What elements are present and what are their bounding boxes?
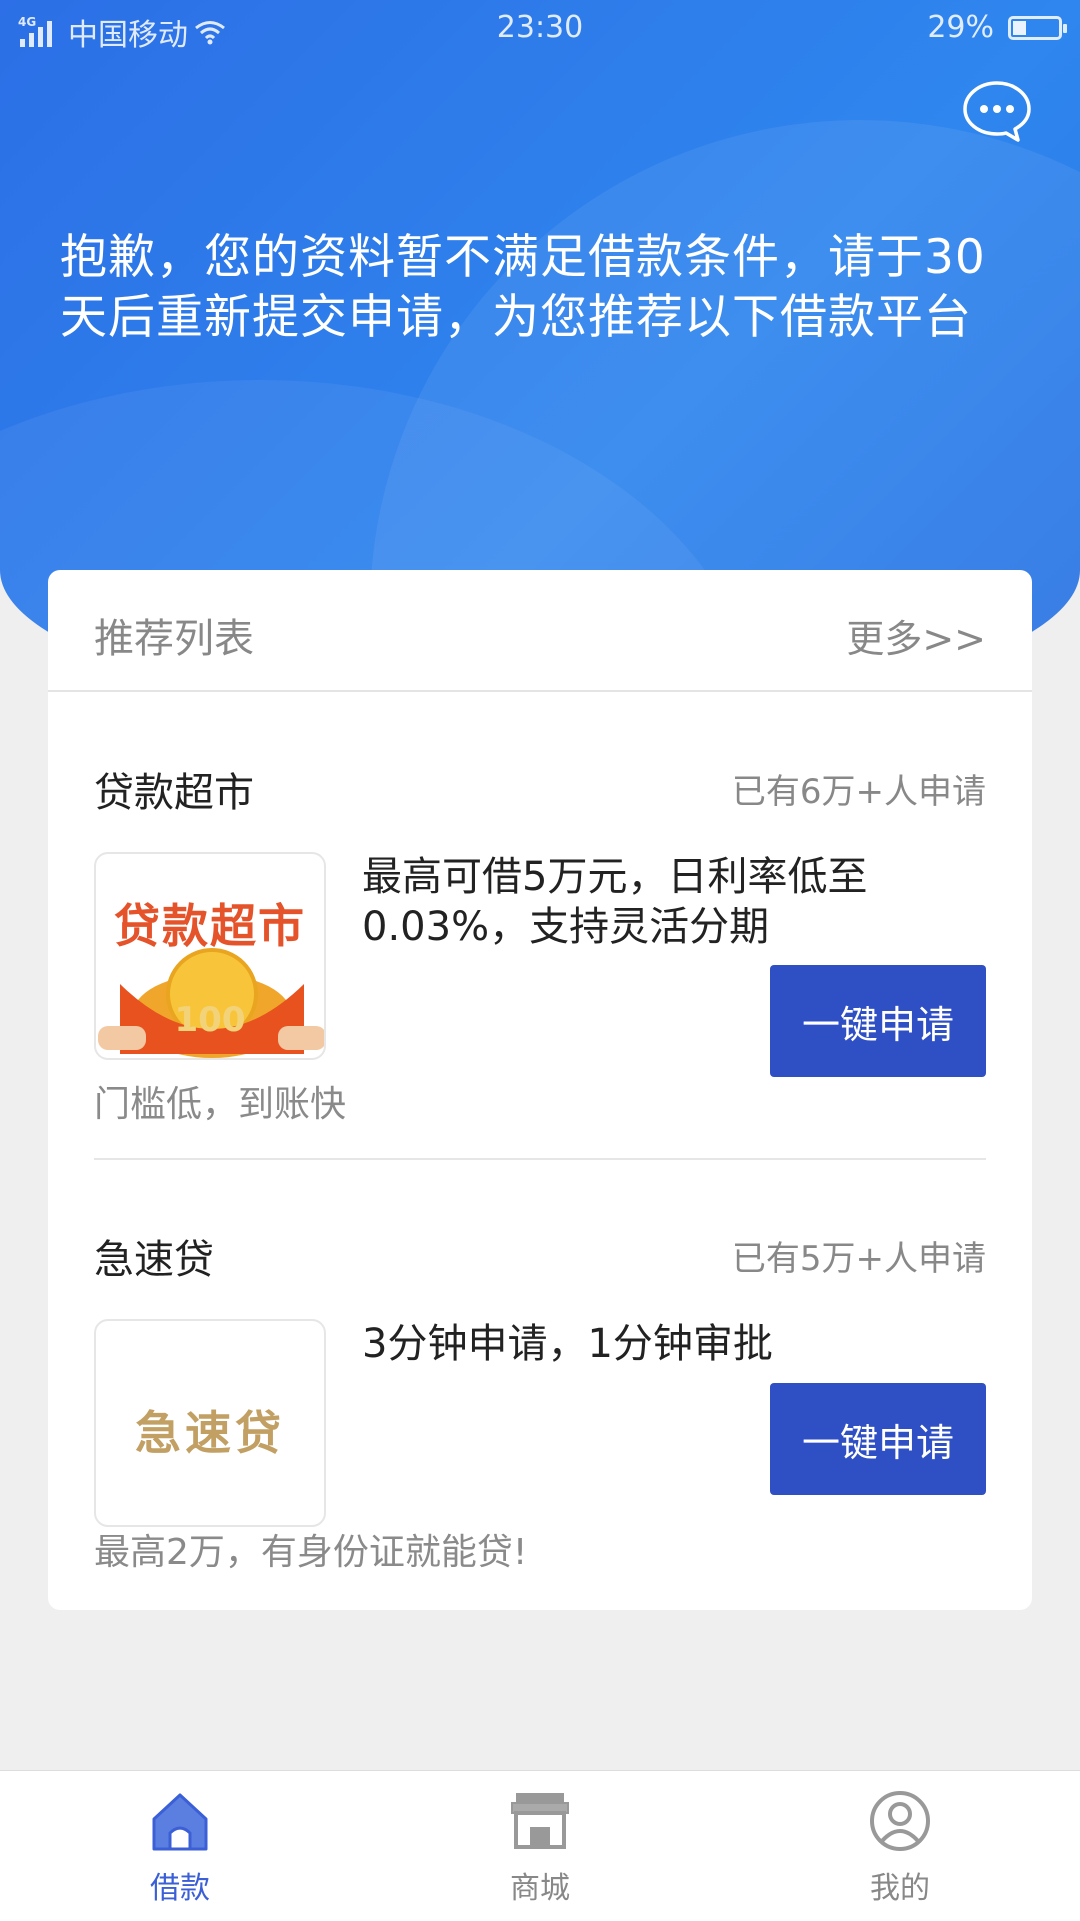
- loan-name: 贷款超市: [94, 770, 254, 816]
- chat-more-icon[interactable]: [962, 80, 1032, 142]
- tab-label: 我的: [870, 1871, 930, 1906]
- tab-mine[interactable]: 我的: [820, 1789, 980, 1907]
- battery-level: [1013, 20, 1026, 35]
- clock: 23:30: [496, 10, 584, 45]
- loan-tagline: 门槛低，到账快: [94, 1084, 347, 1125]
- loan-supermarket-logo: 贷款超市 100: [94, 852, 326, 1060]
- apply-count: 已有6万+人申请: [731, 772, 986, 812]
- apply-button[interactable]: 一键申请: [770, 1383, 986, 1495]
- recommend-title: 推荐列表: [94, 616, 254, 662]
- recommend-header: 推荐列表 更多>>: [48, 570, 1032, 692]
- status-bar: 4G 中国移动 23:30 29%: [0, 0, 1080, 58]
- user-icon: [870, 1791, 930, 1851]
- tab-label: 借款: [150, 1871, 210, 1906]
- recommend-card: 推荐列表 更多>> 贷款超市 已有6万+人申请 贷款超市 100 最高可借5万元…: [48, 570, 1032, 1610]
- home-icon: [152, 1793, 208, 1851]
- more-link[interactable]: 更多>>: [846, 608, 986, 663]
- divider: [94, 1158, 986, 1160]
- tab-shop[interactable]: 商城: [460, 1789, 620, 1907]
- coin-value: 100: [174, 1000, 246, 1040]
- battery-icon: [1008, 15, 1067, 40]
- loan-name: 急速贷: [94, 1237, 214, 1283]
- shop-icon: [511, 1793, 569, 1849]
- loan-tagline: 最高2万，有身份证就能贷!: [94, 1532, 528, 1573]
- tab-loan[interactable]: 借款: [100, 1789, 260, 1907]
- rejection-notice: 抱歉，您的资料暂不满足借款条件，请于30天后重新提交申请，为您推荐以下借款平台: [60, 230, 986, 345]
- tab-label: 商城: [510, 1871, 570, 1906]
- battery-percent: 29%: [927, 10, 994, 45]
- loan-description: 最高可借5万元，日利率低至0.03%，支持灵活分期: [362, 854, 868, 950]
- jisudai-logo: 急速贷: [94, 1319, 326, 1527]
- loan-item[interactable]: 急速贷 已有5万+人申请 急速贷 3分钟申请，1分钟审批 一键申请 最高2万，有…: [94, 1227, 986, 1573]
- apply-button[interactable]: 一键申请: [770, 965, 986, 1077]
- loan-item[interactable]: 贷款超市 已有6万+人申请 贷款超市 100 最高可借5万元，日利率低至0.03…: [94, 760, 986, 1125]
- apply-count: 已有5万+人申请: [731, 1239, 986, 1279]
- bottom-tab-bar: 借款 商城 我的: [0, 1770, 1080, 1921]
- loan-description: 3分钟申请，1分钟审批: [362, 1321, 773, 1367]
- logo-text: 急速贷: [135, 1406, 285, 1460]
